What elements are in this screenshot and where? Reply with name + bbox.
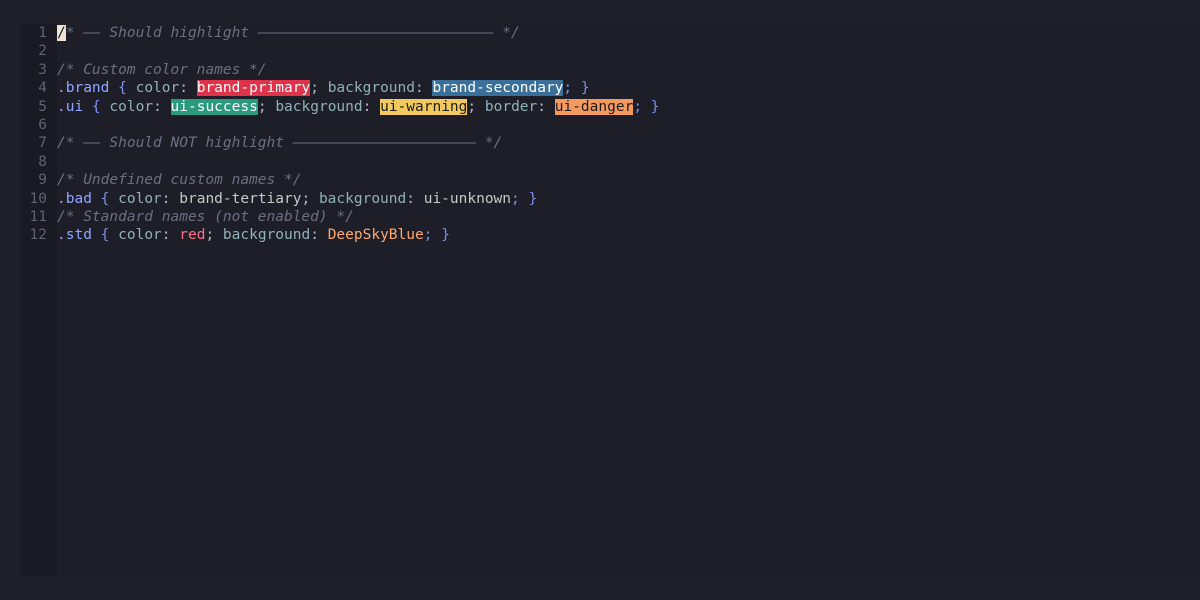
code-token: /* Undefined custom names */: [57, 172, 302, 189]
code-token: :: [161, 227, 180, 244]
code-token: ; }: [633, 98, 660, 115]
line-number: 10: [29, 190, 47, 207]
code-token: :: [362, 98, 381, 115]
code-token: brand-tertiary: [179, 190, 302, 207]
code-token: color: [118, 190, 162, 207]
code-token: color: [118, 227, 162, 244]
line-number: 1: [38, 25, 47, 41]
line-number: 8: [38, 153, 47, 170]
line-code[interactable]: .bad { color: brand-tertiary; background…: [57, 190, 537, 208]
code-token: {: [109, 80, 136, 97]
line-number: 7: [38, 135, 47, 152]
code-token: :: [415, 80, 433, 97]
code-token: :: [537, 98, 555, 115]
code-token: .brand: [57, 80, 110, 97]
code-token: red: [179, 227, 206, 244]
code-token: {: [83, 98, 110, 115]
code-token: background: [275, 98, 363, 115]
color-swatch-value: brand-secondary: [432, 80, 564, 97]
code-token: ;: [301, 190, 319, 207]
code-token: ;: [467, 98, 485, 115]
code-token: .std: [57, 227, 92, 244]
code-token: border: [484, 98, 538, 115]
color-swatch-value: ui-success: [170, 98, 258, 115]
code-token: background: [318, 190, 407, 207]
color-swatch-value: ui-danger: [554, 98, 634, 115]
code-token: ; }: [423, 227, 450, 244]
code-editor[interactable]: 1 /* —— Should highlight ————————————————…: [20, 24, 1200, 576]
code-token: /* Custom color names */: [57, 61, 267, 78]
line-code[interactable]: .std { color: red; background: DeepSkyBl…: [57, 226, 450, 244]
code-token: ui-unknown: [423, 190, 512, 207]
code-token: color: [109, 98, 154, 115]
line-code[interactable]: .brand { color: brand-primary; backgroun…: [57, 79, 590, 97]
line-number: 4: [38, 80, 47, 97]
line-number: 5: [38, 98, 47, 115]
code-token: ; }: [563, 80, 590, 97]
line-code[interactable]: /* —— Should highlight —————————————————…: [57, 24, 520, 42]
text-cursor: /: [57, 25, 66, 41]
code-token: ;: [205, 227, 223, 244]
code-token: .ui: [57, 98, 84, 115]
code-token: background: [222, 227, 311, 244]
code-token: :: [310, 227, 328, 244]
color-swatch-value: brand-primary: [196, 80, 311, 97]
code-token: .bad: [57, 190, 92, 207]
code-token: DeepSkyBlue: [327, 227, 424, 244]
code-token: background: [327, 80, 415, 97]
code-token: :: [179, 80, 197, 97]
code-token: ;: [310, 80, 328, 97]
code-token: ;: [257, 98, 276, 115]
line-number: 9: [38, 172, 47, 189]
code-token: :: [406, 190, 424, 207]
line-code[interactable]: /* Custom color names */: [57, 61, 267, 79]
code-token: * —— Should highlight ——————————————————…: [65, 25, 520, 41]
code-token: {: [91, 190, 119, 207]
line-code[interactable]: .ui { color: ui-success; background: ui-…: [57, 98, 660, 116]
line-number: 11: [29, 209, 47, 225]
line-code[interactable]: /* Undefined custom names */: [57, 171, 301, 189]
code-token: /* —— Should NOT highlight —————————————…: [57, 135, 503, 152]
line-number: 6: [38, 117, 47, 133]
line-number: 12: [29, 227, 47, 244]
code-token: :: [153, 98, 171, 115]
code-token: /* Standard names (not enabled) */: [57, 209, 354, 225]
line-code[interactable]: /* Standard names (not enabled) */: [57, 208, 354, 226]
color-swatch-value: ui-warning: [380, 98, 468, 115]
code-token: {: [91, 227, 119, 244]
line-code[interactable]: /* —— Should NOT highlight —————————————…: [57, 134, 502, 152]
code-token: ; }: [511, 190, 538, 207]
code-token: color: [135, 80, 180, 97]
line-number: 2: [38, 43, 47, 60]
line-number: 3: [38, 61, 47, 78]
code-token: :: [161, 190, 180, 207]
